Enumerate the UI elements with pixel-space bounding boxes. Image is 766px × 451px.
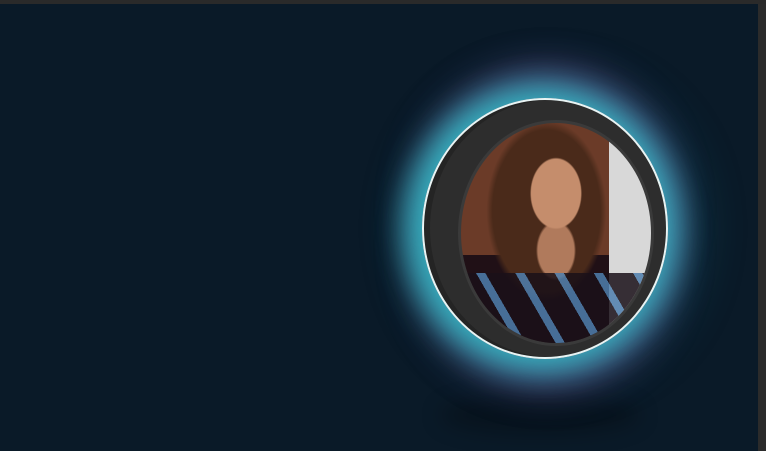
avatar-photo-detail <box>461 272 651 343</box>
avatar[interactable] <box>458 120 654 346</box>
scrollbar[interactable] <box>758 4 766 451</box>
avatar-shadow <box>440 395 640 435</box>
